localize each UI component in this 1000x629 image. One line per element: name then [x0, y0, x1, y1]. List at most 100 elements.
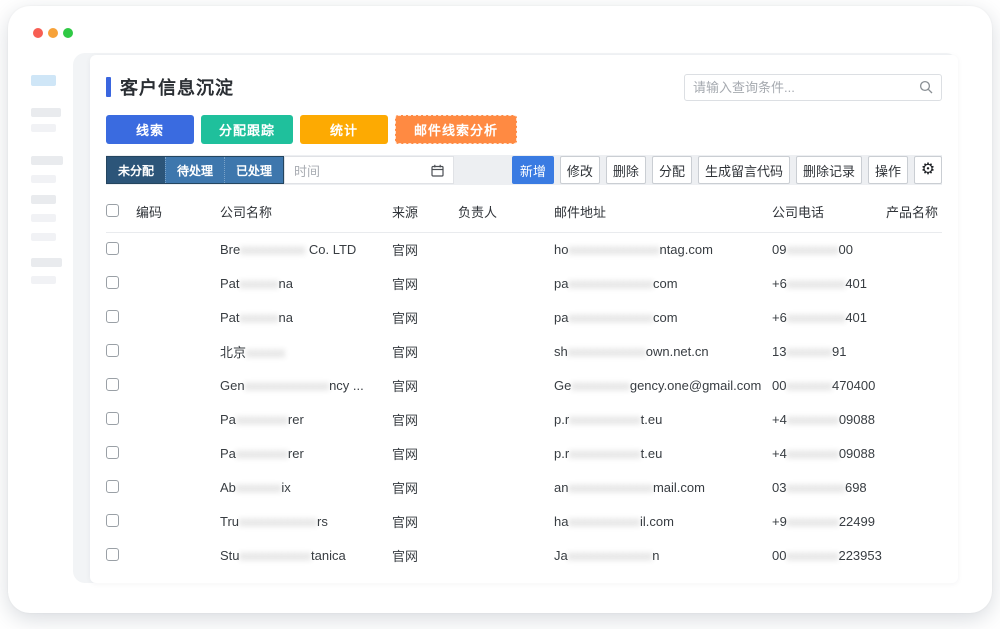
- source-cell: 官网: [392, 335, 458, 369]
- owner-cell: [458, 471, 554, 505]
- redacted-text: xxxxxxxxxxxxx: [568, 310, 653, 325]
- table-row: Patxxxxxxna官网 paxxxxxxxxxxxxxcom+6xxxxxxx…: [106, 267, 942, 301]
- row-checkbox[interactable]: [106, 514, 119, 527]
- product-cell: [886, 233, 942, 267]
- product-cell: [886, 505, 942, 539]
- row-select-cell: [106, 233, 136, 267]
- phone-cell: +4xxxxxxxx09088: [772, 437, 886, 471]
- sidebar-skeleton: [8, 53, 73, 593]
- redacted-text: xxxxxxxx: [786, 242, 838, 257]
- search-input[interactable]: [693, 80, 919, 95]
- email-cell: paxxxxxxxxxxxxxcom: [554, 267, 772, 301]
- close-window-icon[interactable]: [33, 28, 43, 38]
- code-cell: [136, 369, 220, 403]
- sidebar-skeleton-bar: [31, 75, 56, 86]
- phone-cell: 09xxxxxxxx00: [772, 233, 886, 267]
- search-box[interactable]: [684, 74, 942, 101]
- action-button-修改[interactable]: 修改: [560, 156, 600, 184]
- product-cell: [886, 335, 942, 369]
- row-checkbox[interactable]: [106, 242, 119, 255]
- row-select-cell: [106, 403, 136, 437]
- minimize-window-icon[interactable]: [48, 28, 58, 38]
- redacted-text: xxxxxxxxxxx: [568, 514, 640, 529]
- redacted-text: xxxxxxxxxxxxx: [568, 548, 653, 563]
- action-button-删除记录[interactable]: 删除记录: [796, 156, 862, 184]
- filter-segment-未分配[interactable]: 未分配: [107, 157, 165, 183]
- date-filter[interactable]: 时间: [284, 156, 454, 184]
- action-button-生成留言代码[interactable]: 生成留言代码: [698, 156, 790, 184]
- filter-segment-待处理[interactable]: 待处理: [165, 157, 224, 183]
- owner-cell: [458, 505, 554, 539]
- nav-button-邮件线索分析[interactable]: 邮件线索分析: [395, 115, 517, 144]
- row-select-cell: [106, 369, 136, 403]
- code-cell: [136, 403, 220, 437]
- date-filter-placeholder: 时间: [294, 161, 431, 180]
- company-cell: Stuxxxxxxxxxxxtanica: [220, 539, 392, 573]
- owner-cell: [458, 233, 554, 267]
- sidebar-skeleton-bar: [31, 233, 56, 241]
- window-controls: [33, 28, 73, 38]
- email-cell: haxxxxxxxxxxxil.com: [554, 505, 772, 539]
- source-cell: 官网: [392, 369, 458, 403]
- row-checkbox[interactable]: [106, 378, 119, 391]
- phone-cell: +6xxxxxxxxx401: [772, 267, 886, 301]
- row-select-cell: [106, 539, 136, 573]
- phone-cell: +9xxxxxxxx22499: [772, 505, 886, 539]
- redacted-text: xxxxxxxxxxxx: [568, 344, 646, 359]
- action-button-删除[interactable]: 删除: [606, 156, 646, 184]
- phone-cell: 00xxxxxxx470400: [772, 369, 886, 403]
- row-checkbox[interactable]: [106, 276, 119, 289]
- add-button[interactable]: 新增: [512, 156, 554, 184]
- owner-cell: [458, 335, 554, 369]
- row-checkbox[interactable]: [106, 480, 119, 493]
- redacted-text: xxxxxxxx: [786, 548, 838, 563]
- nav-button-分配跟踪[interactable]: 分配跟踪: [201, 115, 293, 144]
- action-button-分配[interactable]: 分配: [652, 156, 692, 184]
- table-header-row: 编码公司名称来源负责人邮件地址公司电话产品名称: [106, 193, 942, 233]
- row-select-cell: [106, 471, 136, 505]
- redacted-text: xxxxxxxx: [787, 412, 839, 427]
- redacted-text: xxxxxxxxx: [571, 378, 630, 393]
- redacted-text: xxxxxxx: [786, 344, 832, 359]
- row-select-cell: [106, 267, 136, 301]
- row-checkbox[interactable]: [106, 344, 119, 357]
- page-title: 客户信息沉淀: [120, 74, 234, 100]
- row-checkbox[interactable]: [106, 446, 119, 459]
- company-cell: Patxxxxxxna: [220, 267, 392, 301]
- row-checkbox[interactable]: [106, 310, 119, 323]
- row-select-cell: [106, 301, 136, 335]
- sidebar-skeleton-bar: [31, 195, 56, 204]
- column-header-编码: 编码: [136, 193, 220, 233]
- nav-button-统计[interactable]: 统计: [300, 115, 388, 144]
- action-button-group: 新增修改删除分配生成留言代码删除记录操作⚙: [512, 156, 942, 184]
- filter-segment-已处理[interactable]: 已处理: [224, 157, 283, 183]
- row-checkbox[interactable]: [106, 412, 119, 425]
- select-all-checkbox[interactable]: [106, 204, 119, 217]
- row-select-cell: [106, 335, 136, 369]
- phone-cell: 00xxxxxxxx223953: [772, 539, 886, 573]
- email-cell: shxxxxxxxxxxxxown.net.cn: [554, 335, 772, 369]
- redacted-text: xxxxxxxxxxxxxx: [568, 242, 659, 257]
- redacted-text: xxxxxxxxx: [787, 310, 846, 325]
- redacted-text: xxxxxx: [240, 276, 279, 291]
- action-button-操作[interactable]: 操作: [868, 156, 908, 184]
- source-cell: 官网: [392, 471, 458, 505]
- zoom-window-icon[interactable]: [63, 28, 73, 38]
- product-cell: [886, 437, 942, 471]
- column-header-负责人: 负责人: [458, 193, 554, 233]
- column-header-公司名称: 公司名称: [220, 193, 392, 233]
- company-cell: Genxxxxxxxxxxxxxncy ...: [220, 369, 392, 403]
- owner-cell: [458, 437, 554, 471]
- phone-cell: 03xxxxxxxxx698: [772, 471, 886, 505]
- source-cell: 官网: [392, 267, 458, 301]
- table-row: Brexxxxxxxxxx Co. LTD官网hoxxxxxxxxxxxxxxn…: [106, 233, 942, 267]
- module-nav: 线索分配跟踪统计邮件线索分析: [106, 115, 942, 144]
- code-cell: [136, 335, 220, 369]
- source-cell: 官网: [392, 301, 458, 335]
- nav-button-线索[interactable]: 线索: [106, 115, 194, 144]
- row-checkbox[interactable]: [106, 548, 119, 561]
- redacted-text: xxxxxxxx: [787, 514, 839, 529]
- calendar-icon: [431, 164, 444, 177]
- gear-icon[interactable]: ⚙: [914, 156, 942, 184]
- search-icon: [919, 80, 933, 94]
